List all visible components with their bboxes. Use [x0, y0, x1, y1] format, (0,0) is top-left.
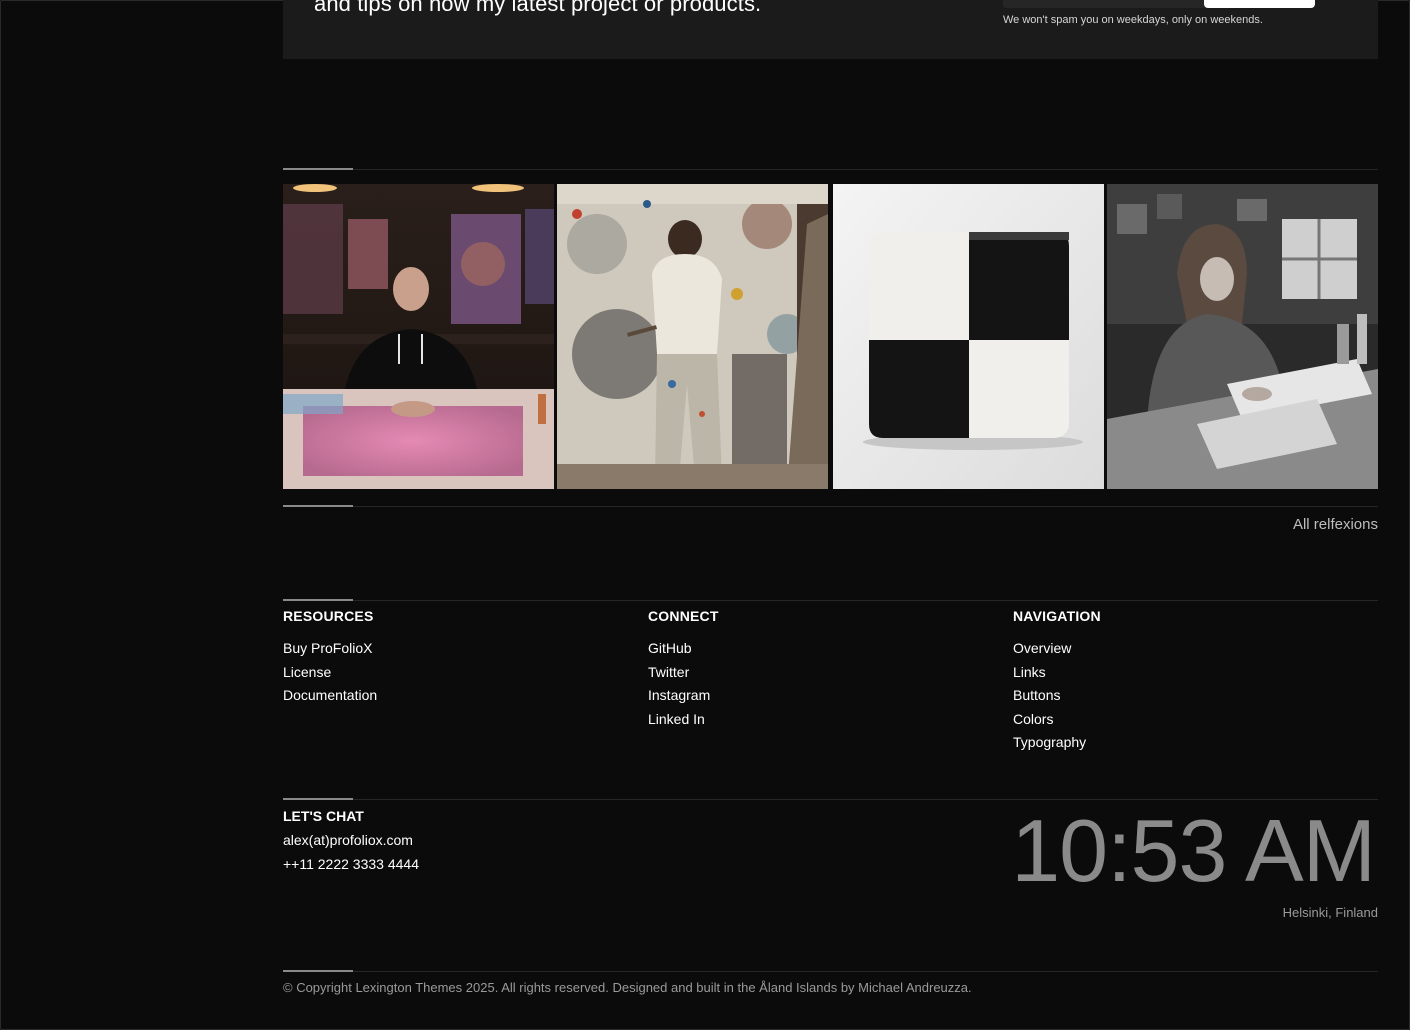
newsletter-note: We won't spam you on weekdays, only on w… [1003, 14, 1263, 26]
chat-title: LET'S CHAT [283, 808, 364, 824]
contact-phone-link[interactable]: ++11 2222 3333 4444 [283, 856, 419, 880]
resources-link-buy[interactable]: Buy ProFolioX [283, 640, 372, 656]
section-divider [283, 168, 1378, 170]
contact-divider [283, 798, 1378, 800]
copyright-text: © Copyright Lexington Themes 2025. All r… [283, 980, 972, 995]
gallery-image-checker-block[interactable] [833, 184, 1104, 489]
local-time-clock: 10:53 AM [1011, 801, 1376, 900]
footer-divider [283, 599, 1378, 601]
navigation-column: NAVIGATION Overview Links Buttons Colors… [1013, 608, 1353, 758]
nav-link-links[interactable]: Links [1013, 664, 1046, 680]
newsletter-heading: and tips on how my latest project or pro… [314, 0, 762, 16]
resources-link-documentation[interactable]: Documentation [283, 687, 377, 703]
reflections-gallery [283, 184, 1378, 489]
resources-link-license[interactable]: License [283, 664, 331, 680]
clock-location: Helsinki, Finland [1282, 905, 1378, 920]
connect-title: CONNECT [648, 608, 719, 624]
contact-email-link[interactable]: alex(at)profoliox.com [283, 832, 419, 856]
gallery-image-mural-painter[interactable] [557, 184, 828, 489]
connect-link-twitter[interactable]: Twitter [648, 664, 689, 680]
newsletter-section: and tips on how my latest project or pro… [283, 0, 1378, 59]
gallery-image-artist-man[interactable] [283, 184, 554, 489]
contact-block: LET'S CHAT alex(at)profoliox.com ++11 22… [283, 808, 419, 879]
connect-link-instagram[interactable]: Instagram [648, 687, 710, 703]
nav-link-typography[interactable]: Typography [1013, 734, 1086, 750]
connect-column: CONNECT GitHub Twitter Instagram Linked … [648, 608, 988, 734]
nav-link-colors[interactable]: Colors [1013, 711, 1053, 727]
navigation-title: NAVIGATION [1013, 608, 1101, 624]
section-divider [283, 505, 1378, 507]
resources-title: RESOURCES [283, 608, 374, 624]
copyright-divider [283, 970, 1378, 972]
all-reflexions-link[interactable]: All relfexions [1293, 516, 1378, 533]
gallery-image-woman-sketching[interactable] [1107, 184, 1378, 489]
subscribe-button[interactable] [1204, 0, 1315, 8]
connect-link-github[interactable]: GitHub [648, 640, 692, 656]
connect-link-linkedin[interactable]: Linked In [648, 711, 705, 727]
nav-link-overview[interactable]: Overview [1013, 640, 1071, 656]
resources-column: RESOURCES Buy ProFolioX License Document… [283, 608, 623, 711]
email-input[interactable] [1003, 0, 1224, 8]
nav-link-buttons[interactable]: Buttons [1013, 687, 1060, 703]
